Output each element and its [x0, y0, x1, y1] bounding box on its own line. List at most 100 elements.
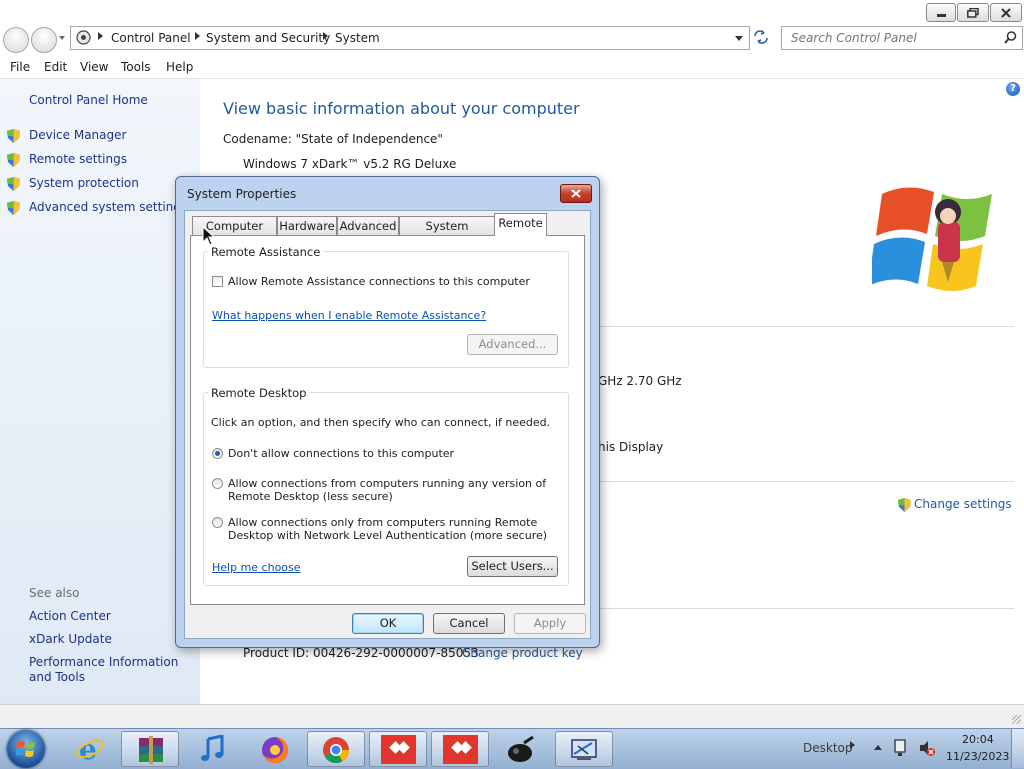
breadcrumb-separator-icon: [323, 32, 328, 40]
menu-tools[interactable]: Tools: [121, 60, 151, 74]
menu-view[interactable]: View: [80, 60, 108, 74]
resize-grip-icon[interactable]: [1012, 715, 1021, 724]
breadcrumb-system-and-security[interactable]: System and Security: [206, 31, 330, 45]
minimize-icon: [936, 14, 946, 17]
radio-allow-nla-only[interactable]: [212, 517, 223, 528]
help-me-choose-link[interactable]: Help me choose: [212, 561, 301, 574]
breadcrumb-system[interactable]: System: [335, 31, 380, 45]
remote-assistance-help-link[interactable]: What happens when I enable Remote Assist…: [212, 309, 486, 322]
menu-file[interactable]: File: [10, 60, 30, 74]
search-box[interactable]: [781, 26, 1023, 50]
taskbar-winrar[interactable]: [121, 731, 179, 767]
apply-button[interactable]: Apply: [514, 613, 586, 634]
minimize-button[interactable]: [926, 3, 956, 22]
change-product-key-link[interactable]: Change product key: [462, 646, 583, 660]
taskbar-control-panel[interactable]: [555, 731, 613, 767]
menu-edit[interactable]: Edit: [44, 60, 67, 74]
control-panel-home-link[interactable]: Control Panel Home: [29, 93, 148, 107]
control-panel-icon: [571, 739, 597, 760]
taskbar-anydesk[interactable]: [369, 731, 427, 767]
back-button[interactable]: [3, 27, 29, 53]
allow-remote-assistance-checkbox[interactable]: [212, 276, 223, 287]
performance-information-link[interactable]: Performance Information and Tools: [29, 655, 194, 685]
action-center-link[interactable]: Action Center: [29, 609, 111, 623]
winrar-icon: [139, 736, 163, 764]
network-icon[interactable]: [893, 739, 909, 757]
remote-assistance-heading: Remote Assistance: [208, 245, 324, 259]
product-id-text: Product ID: 00426-292-0000007-85053: [243, 646, 479, 660]
address-dropdown-icon[interactable]: [735, 36, 743, 41]
taskbar-internet-explorer[interactable]: e: [60, 731, 118, 767]
address-row: Control Panel System and Security System: [0, 24, 1024, 58]
recent-pages-chevron-icon[interactable]: [59, 36, 65, 40]
audio-app-icon: [508, 735, 534, 762]
radio-allow-any-version[interactable]: [212, 478, 223, 489]
help-icon[interactable]: ?: [1006, 82, 1020, 96]
radio-allow-nla-only-label-line2[interactable]: Desktop with Network Level Authenticatio…: [228, 529, 547, 542]
show-hidden-icons-button[interactable]: [874, 745, 882, 750]
firefox-icon: [262, 737, 288, 763]
ok-button[interactable]: OK: [352, 613, 424, 634]
clock-time[interactable]: 20:04: [962, 733, 994, 746]
xdark-update-link[interactable]: xDark Update: [29, 632, 112, 646]
remote-settings-link[interactable]: Remote settings: [29, 152, 127, 166]
select-users-button[interactable]: Select Users...: [467, 556, 558, 577]
display-info-text: his Display: [598, 440, 664, 454]
restore-button[interactable]: [957, 3, 989, 22]
tab-system-protection[interactable]: System Protection: [399, 216, 495, 252]
start-button[interactable]: [7, 730, 45, 768]
device-manager-link[interactable]: Device Manager: [29, 128, 126, 142]
cancel-button[interactable]: Cancel: [433, 613, 505, 634]
forward-button[interactable]: [31, 27, 57, 53]
shield-icon: [7, 129, 20, 143]
radio-dont-allow[interactable]: [212, 448, 223, 459]
show-desktop-button[interactable]: [1011, 729, 1024, 768]
see-also-heading: See also: [29, 586, 80, 600]
radio-dont-allow-label[interactable]: Don't allow connections to this computer: [228, 447, 454, 460]
radio-allow-any-version-label[interactable]: Allow connections from computers running…: [228, 477, 546, 490]
radio-allow-any-version-label-line2[interactable]: Remote Desktop (less secure): [228, 490, 393, 503]
taskbar-firefox[interactable]: [245, 731, 303, 767]
volume-muted-icon[interactable]: [918, 739, 936, 757]
close-icon: [1001, 7, 1011, 18]
status-bar: [0, 704, 1024, 729]
close-window-button[interactable]: [990, 3, 1022, 22]
control-panel-icon: [76, 30, 91, 45]
desktop-toolbar-label[interactable]: Desktop: [803, 741, 853, 755]
refresh-icon[interactable]: [752, 29, 770, 45]
tab-remote[interactable]: Remote: [494, 213, 547, 236]
processor-speed-text: GHz 2.70 GHz: [598, 374, 682, 388]
taskbar-audio-app[interactable]: [492, 731, 550, 767]
windows-logo: [872, 187, 992, 291]
search-input[interactable]: [789, 30, 998, 46]
shield-icon: [7, 153, 20, 167]
address-bar[interactable]: Control Panel System and Security System: [70, 26, 750, 50]
breadcrumb-control-panel[interactable]: Control Panel: [111, 31, 191, 45]
taskbar-anydesk[interactable]: [431, 731, 489, 767]
advanced-system-settings-link[interactable]: Advanced system settings: [29, 200, 187, 214]
desktop-toolbar-arrow-icon[interactable]: [850, 741, 855, 749]
restore-icon: [967, 7, 979, 18]
tab-advanced[interactable]: Advanced: [337, 216, 399, 235]
dialog-close-button[interactable]: [560, 184, 592, 203]
anydesk-icon: [381, 735, 416, 764]
radio-allow-nla-only-label[interactable]: Allow connections only from computers ru…: [228, 516, 537, 529]
menu-help[interactable]: Help: [166, 60, 193, 74]
change-settings-link[interactable]: Change settings: [914, 497, 1012, 511]
remote-assistance-advanced-button[interactable]: Advanced...: [467, 334, 558, 355]
anydesk-icon: [443, 735, 478, 764]
clock-date[interactable]: 11/23/2023: [946, 750, 1009, 763]
music-note-icon: [201, 735, 224, 761]
remote-desktop-heading: Remote Desktop: [208, 386, 310, 400]
taskbar-chrome[interactable]: [307, 731, 365, 767]
search-icon[interactable]: [1004, 31, 1017, 44]
allow-remote-assistance-label[interactable]: Allow Remote Assistance connections to t…: [228, 275, 530, 288]
taskbar-music-player[interactable]: [183, 731, 241, 767]
window-titlebar: [0, 0, 1024, 24]
taskbar: e Desktop 20:04 11/23/2023: [0, 728, 1024, 769]
internet-explorer-icon: e: [76, 735, 104, 763]
shield-icon: [7, 177, 20, 191]
system-protection-link[interactable]: System protection: [29, 176, 139, 190]
shield-icon: [7, 201, 20, 215]
tab-hardware[interactable]: Hardware: [277, 216, 337, 235]
